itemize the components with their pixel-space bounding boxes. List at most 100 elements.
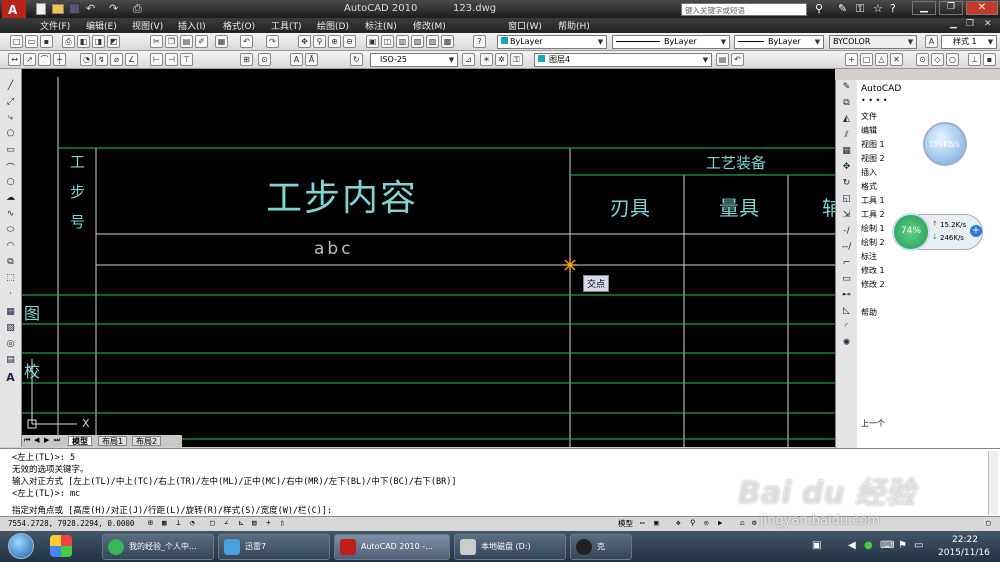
- copy-icon[interactable]: ❐: [165, 35, 178, 48]
- annotation-scale-icon[interactable]: ⚖: [740, 518, 745, 527]
- osnap-mode-icon[interactable]: □: [210, 518, 215, 527]
- tray-flag-icon[interactable]: ⚑: [898, 540, 907, 551]
- construction-line-icon[interactable]: ⤢: [3, 97, 18, 110]
- ordinate-icon[interactable]: ┼: [53, 53, 66, 66]
- dyn-mode-icon[interactable]: ▤: [252, 518, 257, 527]
- markup-icon[interactable]: ▨: [426, 35, 439, 48]
- angular-icon[interactable]: ∠: [125, 53, 138, 66]
- dim-style-combo[interactable]: ISO-25 ▼: [370, 53, 458, 67]
- tray-network-icon[interactable]: ▣: [812, 540, 821, 551]
- continue-icon[interactable]: ⊤: [180, 53, 193, 66]
- wrench-icon[interactable]: ✎: [838, 2, 847, 15]
- rectangle-icon[interactable]: ▭: [3, 145, 18, 158]
- point-icon[interactable]: ·: [3, 289, 18, 302]
- model-space-label[interactable]: 模型: [618, 518, 633, 529]
- menu-tools[interactable]: 工具(T): [271, 19, 302, 32]
- rotate-icon[interactable]: ↻: [839, 178, 854, 191]
- palette-item-help[interactable]: 帮助: [861, 307, 877, 318]
- layer-lock-icon[interactable]: ⚿: [510, 53, 523, 66]
- erase-icon[interactable]: ✎: [839, 82, 854, 95]
- properties-icon[interactable]: ▣: [366, 35, 379, 48]
- palette-item-draw1[interactable]: 绘制 1: [861, 223, 885, 234]
- palette-item-view2[interactable]: 视图 2: [861, 153, 885, 164]
- offset-icon[interactable]: ⫽: [839, 130, 854, 143]
- preview-icon[interactable]: ◧: [77, 35, 90, 48]
- key-icon[interactable]: ⚿: [856, 2, 864, 16]
- open-icon[interactable]: ▭: [25, 35, 38, 48]
- plot-icon[interactable]: ⎙: [62, 35, 75, 48]
- 3d-dwf-icon[interactable]: ◩: [107, 35, 120, 48]
- qp-mode-icon[interactable]: ▯: [280, 518, 285, 527]
- chamfer-icon[interactable]: ◺: [839, 306, 854, 319]
- quick-view-layouts-icon[interactable]: ▭: [640, 518, 645, 527]
- menu-format[interactable]: 格式(O): [223, 19, 255, 32]
- menu-draw[interactable]: 绘图(D): [317, 19, 349, 32]
- taskbar-pinned-app-icon[interactable]: [50, 535, 72, 557]
- palette-item-format[interactable]: 格式: [861, 181, 877, 192]
- palette-item-insert[interactable]: 插入: [861, 167, 877, 178]
- menu-edit[interactable]: 编辑(E): [86, 19, 117, 32]
- palette-item-draw2[interactable]: 绘制 2: [861, 237, 885, 248]
- palette-item-dimension[interactable]: 标注: [861, 251, 877, 262]
- layer-manager-icon[interactable]: ▤: [716, 53, 729, 66]
- task-baidu-jingyan[interactable]: 我的经验_个人中...: [102, 534, 214, 560]
- hatch-icon[interactable]: ▦: [3, 307, 18, 320]
- drawing-canvas[interactable]: 工步内容 工艺装备 工 步 号 刃具 量具 辅 abc 图 校 Y X 交点 ⏮…: [22, 69, 835, 447]
- steering-wheel-icon[interactable]: ◎: [704, 518, 709, 527]
- line-icon[interactable]: ╱: [3, 81, 18, 94]
- scale-icon[interactable]: ◱: [839, 194, 854, 207]
- new-icon[interactable]: □: [10, 35, 23, 48]
- arc-length-icon[interactable]: ⌒: [38, 53, 51, 66]
- jogged-icon[interactable]: ↯: [95, 53, 108, 66]
- polar-mode-icon[interactable]: ◔: [190, 518, 195, 527]
- diameter-icon[interactable]: ⌀: [110, 53, 123, 66]
- menubar-close-icon[interactable]: ✕: [984, 19, 992, 29]
- cmd-prompt[interactable]: 指定对角点或 [高度(H)/对正(J)/行距(L)/旋转(R)/样式(S)/宽度…: [12, 504, 332, 516]
- quick-access-redo-icon[interactable]: ↷: [109, 2, 118, 15]
- stretch-icon[interactable]: ⇲: [839, 210, 854, 223]
- cut-icon[interactable]: ✂: [150, 35, 163, 48]
- quick-view-drawings-icon[interactable]: ▣: [654, 518, 659, 527]
- palette-item-tools1[interactable]: 工具 1: [861, 195, 885, 206]
- window-minimize-icon[interactable]: ▁: [912, 1, 936, 15]
- join-icon[interactable]: ⊷: [839, 290, 854, 303]
- clock-time[interactable]: 22:22: [952, 535, 978, 545]
- layer-combo[interactable]: 图层4 ▼: [534, 53, 712, 67]
- menu-window[interactable]: 窗口(W): [508, 19, 542, 32]
- grid-mode-icon[interactable]: ▦: [162, 518, 167, 527]
- cpu-widget[interactable]: 74% ↑ 15.2K/s ↓ 246K/s +: [892, 213, 983, 251]
- linear-dim-icon[interactable]: ↔: [8, 53, 21, 66]
- intersection-snap-icon[interactable]: ✕: [890, 53, 903, 66]
- zoom-previous-icon[interactable]: ⊖: [343, 35, 356, 48]
- text-style-icon[interactable]: A: [925, 35, 938, 48]
- ortho-mode-icon[interactable]: ⊥: [176, 518, 181, 527]
- zoom-realtime-icon[interactable]: ⚲: [313, 35, 326, 48]
- quadrant-snap-icon[interactable]: ◇: [931, 53, 944, 66]
- lineweight-mode-icon[interactable]: +: [266, 518, 271, 527]
- gradient-icon[interactable]: ▧: [3, 323, 18, 336]
- break-icon[interactable]: ▭: [839, 274, 854, 287]
- make-block-icon[interactable]: ⬚: [3, 273, 18, 286]
- linetype-combo[interactable]: ByLayer ▼: [612, 35, 730, 49]
- window-restore-icon[interactable]: ❐: [939, 1, 963, 15]
- insert-block-icon[interactable]: ⧉: [3, 257, 18, 270]
- snap-settings-icon[interactable]: ▪: [983, 53, 996, 66]
- tray-monitor-icon[interactable]: ▭: [914, 540, 923, 551]
- radius-icon[interactable]: ◔: [80, 53, 93, 66]
- palette-item-edit[interactable]: 编辑: [861, 125, 877, 136]
- menu-insert[interactable]: 插入(I): [178, 19, 206, 32]
- palette-item-view1[interactable]: 视图 1: [861, 139, 885, 150]
- start-button-icon[interactable]: [8, 533, 34, 559]
- aligned-dim-icon[interactable]: ↗: [23, 53, 36, 66]
- ellipse-arc-icon[interactable]: ◠: [3, 241, 18, 254]
- tolerance-icon[interactable]: ⊞: [240, 53, 253, 66]
- match-properties-icon[interactable]: ✐: [195, 35, 208, 48]
- block-editor-icon[interactable]: ▦: [215, 35, 228, 48]
- help-search-input[interactable]: 键入关键字或短语: [681, 3, 807, 16]
- move-icon[interactable]: ✥: [839, 162, 854, 175]
- help-icon[interactable]: ?: [890, 2, 896, 15]
- workspace-icon[interactable]: ⚙: [752, 518, 757, 527]
- tab-layout1[interactable]: 布局1: [98, 436, 128, 446]
- tangent-snap-icon[interactable]: ○: [946, 53, 959, 66]
- layer-lightbulb-icon[interactable]: ☀: [480, 53, 493, 66]
